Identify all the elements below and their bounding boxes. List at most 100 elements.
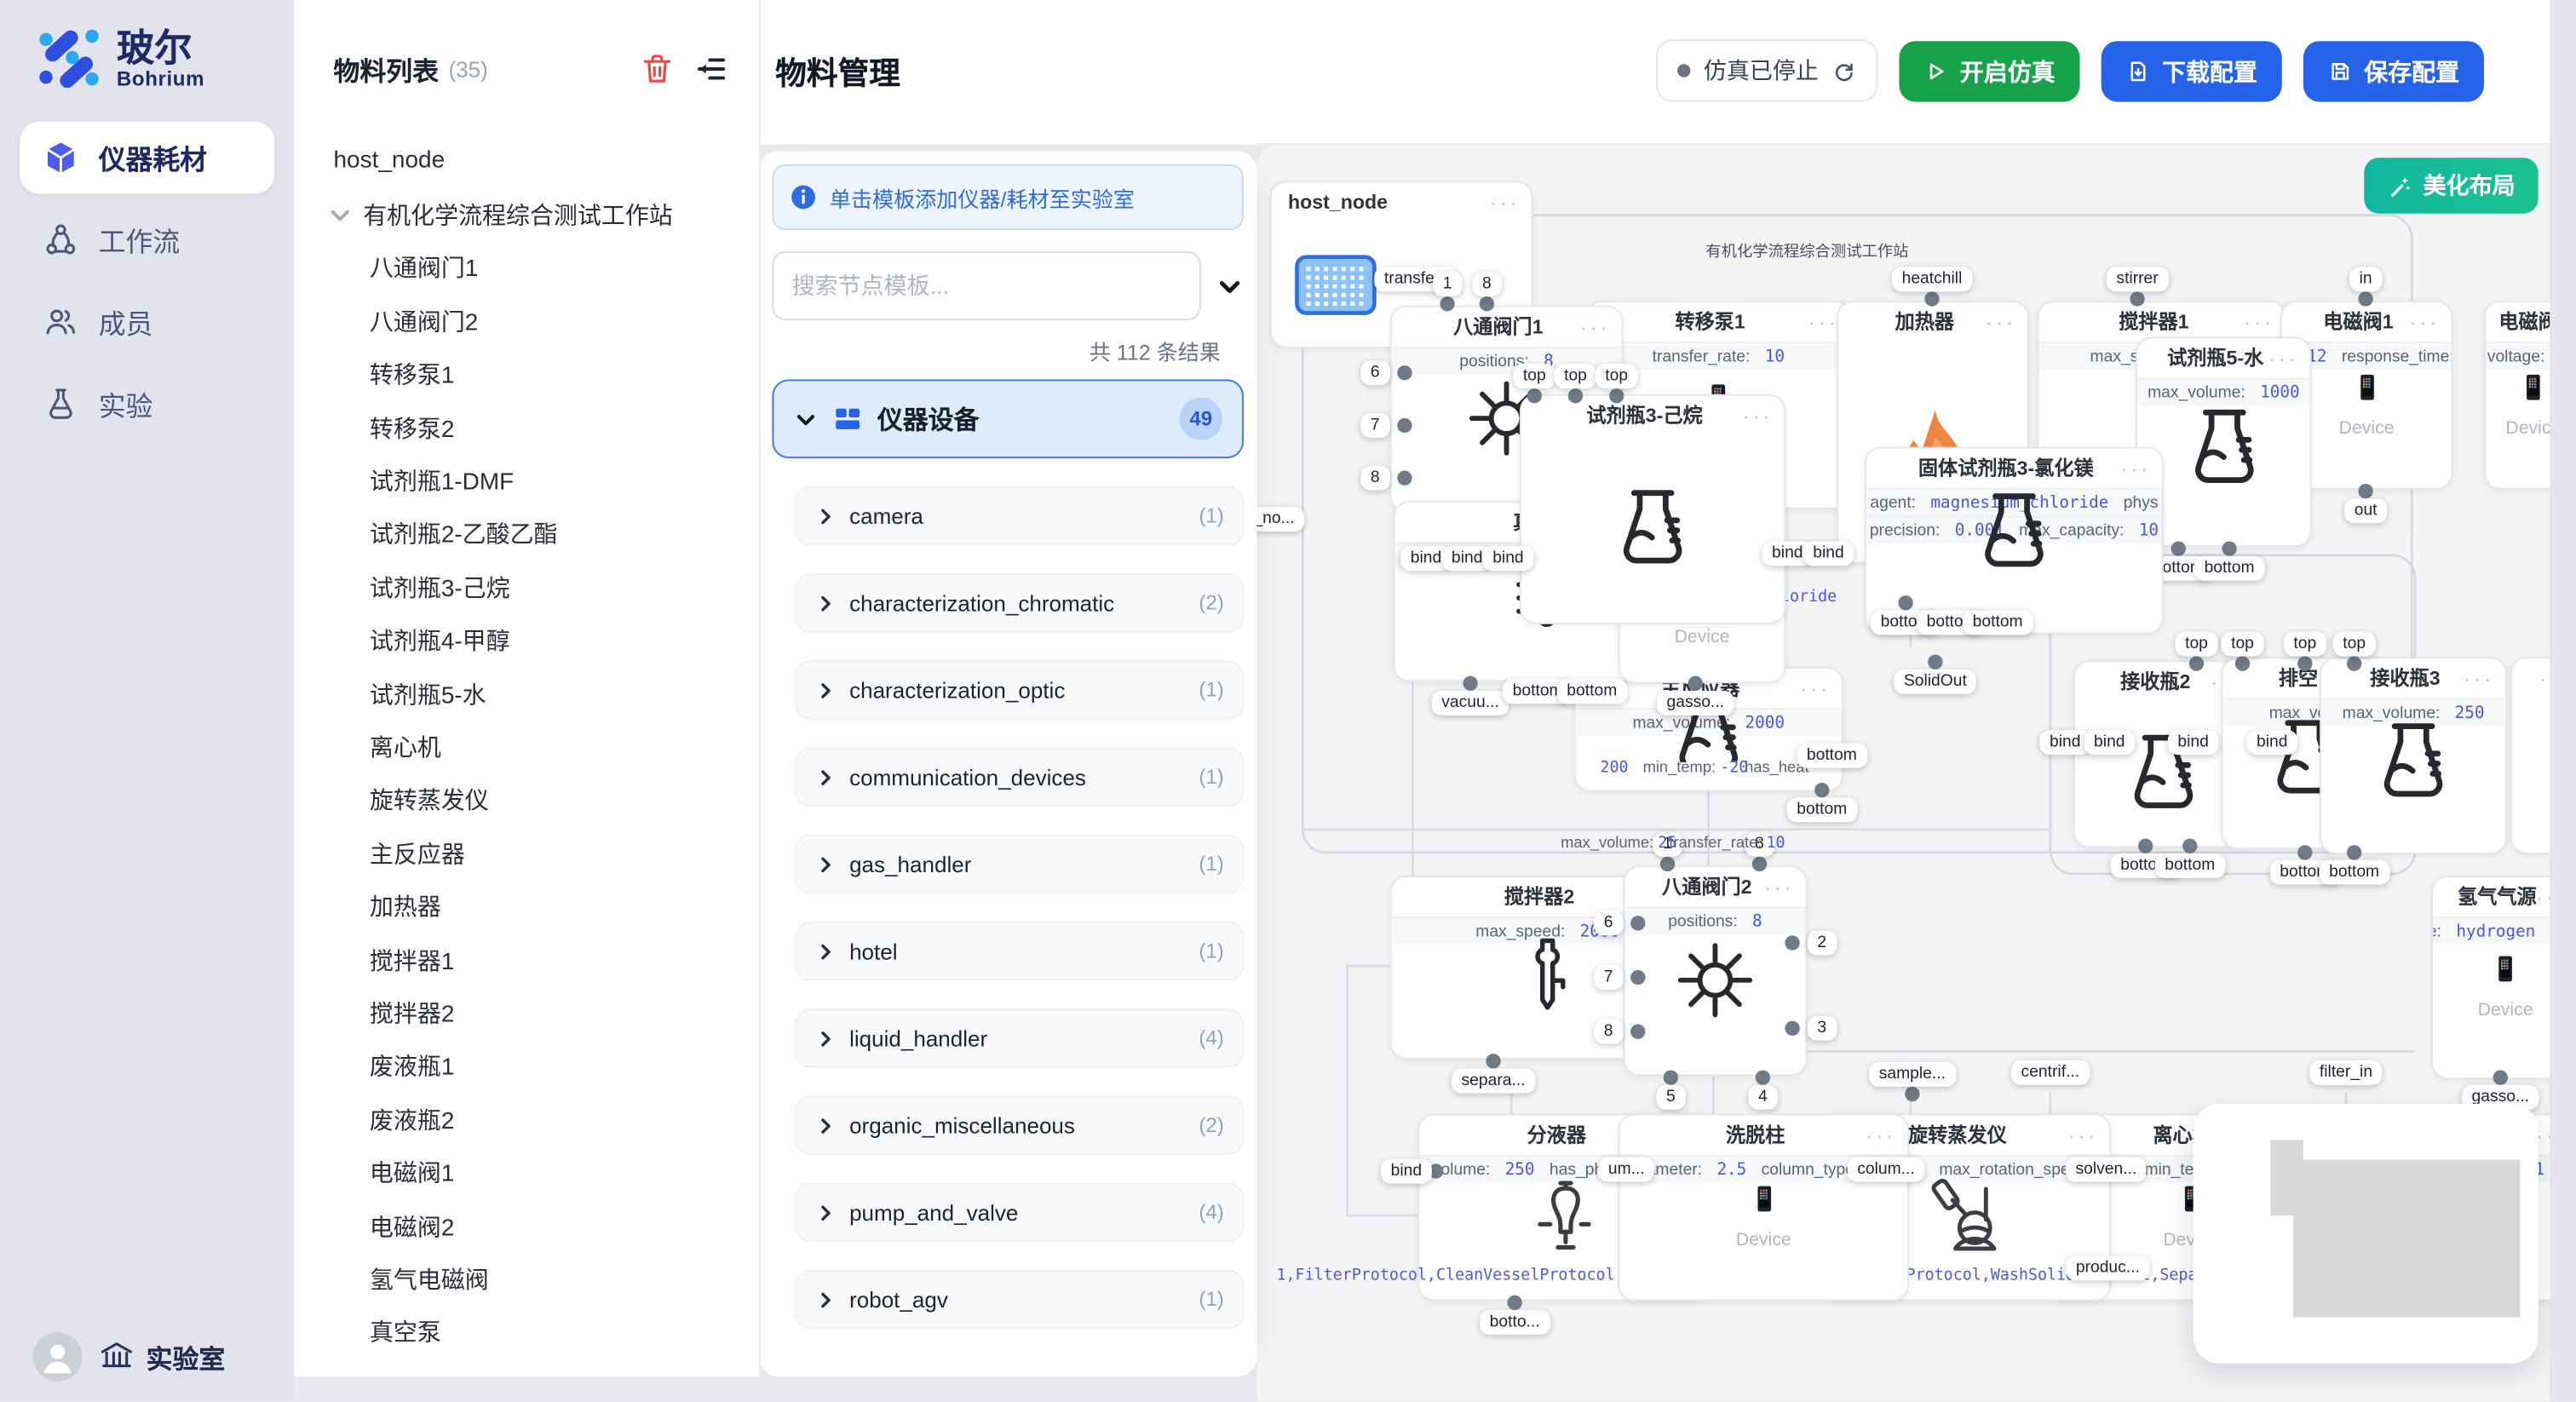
tree-item[interactable]: 试剂瓶3-己烷	[294, 560, 759, 613]
template-category-gas_handler[interactable]: gas_handler(1)	[795, 835, 1243, 893]
node-menu-icon[interactable]: ···	[2268, 340, 2298, 376]
port-dot[interactable]	[2189, 656, 2204, 670]
node-menu-icon[interactable]: ···	[2067, 1117, 2098, 1152]
sidebar-item-实验[interactable]: 实验	[20, 368, 274, 440]
port-dot[interactable]	[1397, 365, 1412, 380]
port-dot[interactable]	[1924, 291, 1939, 306]
port-dot[interactable]	[1905, 1087, 1919, 1101]
port-dot[interactable]	[1480, 296, 1494, 311]
collapse-panel-icon[interactable]	[693, 51, 729, 87]
port-dot[interactable]	[2138, 839, 2153, 853]
template-category-communication_devices[interactable]: communication_devices(1)	[795, 747, 1243, 806]
port-dot[interactable]	[1785, 1021, 1799, 1036]
sidebar-item-仪器耗材[interactable]: 仪器耗材	[20, 122, 274, 194]
tree-group-workstation[interactable]: 有机化学流程综合测试工作站	[294, 188, 759, 241]
template-category-organic_miscellaneous[interactable]: organic_miscellaneous(2)	[795, 1095, 1243, 1154]
port-dot[interactable]	[1660, 857, 1675, 871]
sidebar-item-成员[interactable]: 成员	[20, 286, 274, 359]
port-dot[interactable]	[1814, 783, 1829, 797]
tree-item[interactable]: 氢气电磁阀	[294, 1252, 759, 1305]
port-dot[interactable]	[1752, 857, 1767, 871]
canvas-node[interactable]: 试剂瓶3-己烷···toptoptop	[1520, 394, 1785, 624]
chevron-down-icon[interactable]	[327, 201, 354, 227]
template-category-pump_and_valve[interactable]: pump_and_valve(4)	[795, 1183, 1243, 1242]
template-category-characterization_optic[interactable]: characterization_optic(1)	[795, 660, 1243, 719]
node-menu-icon[interactable]: ···	[2120, 450, 2151, 486]
port-dot[interactable]	[1507, 1296, 1521, 1310]
node-menu-icon[interactable]: ···	[2409, 304, 2440, 340]
tree-item[interactable]: 转移泵1	[294, 348, 759, 400]
port-dot[interactable]	[1609, 388, 1624, 403]
port-dot[interactable]	[2130, 291, 2144, 306]
port-dot[interactable]	[1463, 676, 1477, 691]
tree-item[interactable]: 电磁阀2	[294, 1198, 759, 1251]
tree-item[interactable]: 废液瓶1	[294, 1039, 759, 1092]
collapse-all-icon[interactable]	[1216, 272, 1244, 300]
port-dot[interactable]	[2182, 839, 2197, 853]
port-dot[interactable]	[1664, 1070, 1678, 1084]
port-dot[interactable]	[2358, 291, 2372, 306]
port-dot[interactable]	[1630, 916, 1645, 930]
node-menu-icon[interactable]: ···	[1489, 184, 1520, 220]
canvas-node[interactable]: 洗脱柱···Devicediameter:2.5column_type:si	[1619, 1114, 1909, 1301]
avatar[interactable]	[33, 1332, 83, 1382]
scrollbar-strip[interactable]	[2550, 0, 2576, 1401]
port-dot[interactable]	[2171, 541, 2186, 555]
node-menu-icon[interactable]: ···	[1763, 869, 1794, 905]
tree-item[interactable]: 离心机	[294, 720, 759, 773]
port-dot[interactable]	[1568, 388, 1583, 403]
port-dot[interactable]	[1527, 388, 1542, 403]
download-config-button[interactable]: 下载配置	[2102, 40, 2282, 101]
tree-item[interactable]: 试剂瓶1-DMF	[294, 454, 759, 507]
node-menu-icon[interactable]: ···	[2243, 304, 2274, 340]
node-menu-icon[interactable]: ···	[1808, 304, 1838, 340]
tree-item[interactable]: 八通阀门2	[294, 295, 759, 348]
port-dot[interactable]	[1440, 296, 1454, 311]
node-menu-icon[interactable]: ···	[1986, 304, 2016, 340]
port-dot[interactable]	[1486, 1054, 1500, 1068]
minimap-panel[interactable]	[2194, 1104, 2539, 1364]
template-category-characterization_chromatic[interactable]: characterization_chromatic(2)	[795, 573, 1243, 632]
simulation-status-pill[interactable]: 仿真已停止	[1656, 39, 1877, 101]
canvas-node[interactable]: 八通阀门2···positions:8186782354	[1623, 865, 1807, 1076]
tree-item[interactable]: 搅拌器2	[294, 986, 759, 1039]
beautify-layout-button[interactable]: 美化布局	[2364, 158, 2538, 214]
canvas-node[interactable]: 固体试剂瓶3-氯化镁···agent:magnesium_chloridephy…	[1865, 447, 2164, 635]
port-dot[interactable]	[1928, 655, 1942, 669]
template-category-camera[interactable]: camera(1)	[795, 486, 1243, 545]
port-dot[interactable]	[2235, 656, 2250, 670]
node-menu-icon[interactable]: ···	[1579, 309, 1610, 345]
tree-item[interactable]: 搅拌器1	[294, 933, 759, 985]
tree-item[interactable]: 电磁阀1	[294, 1146, 759, 1198]
tree-item[interactable]: 转移泵2	[294, 400, 759, 453]
port-dot[interactable]	[2347, 845, 2361, 859]
tree-item[interactable]: 试剂瓶4-甲醇	[294, 613, 759, 666]
tree-item[interactable]: 试剂瓶5-水	[294, 667, 759, 720]
node-menu-icon[interactable]: ···	[2464, 660, 2494, 696]
port-dot[interactable]	[2347, 656, 2361, 670]
port-dot[interactable]	[1397, 471, 1412, 486]
tree-item[interactable]: 旋转蒸发仪	[294, 773, 759, 826]
port-dot[interactable]	[1397, 418, 1412, 433]
tree-item[interactable]: 加热器	[294, 880, 759, 933]
port-dot[interactable]	[1756, 1070, 1770, 1084]
port-dot[interactable]	[2493, 1070, 2508, 1084]
node-menu-icon[interactable]: ···	[1800, 670, 1831, 706]
tree-item[interactable]: 真空泵	[294, 1305, 759, 1358]
save-config-button[interactable]: 保存配置	[2303, 40, 2484, 101]
category-instruments[interactable]: 仪器设备 49	[772, 379, 1243, 458]
node-menu-icon[interactable]: ···	[1866, 1117, 1896, 1152]
refresh-icon[interactable]	[1831, 58, 1856, 83]
port-dot[interactable]	[1898, 595, 1912, 610]
tree-item[interactable]: 主反应器	[294, 826, 759, 879]
template-category-liquid_handler[interactable]: liquid_handler(4)	[795, 1008, 1243, 1067]
start-simulation-button[interactable]: 开启仿真	[1899, 40, 2079, 101]
template-category-robot_agv[interactable]: robot_agv(1)	[795, 1270, 1243, 1329]
port-dot[interactable]	[1630, 970, 1645, 985]
tree-item-host-node[interactable]: host_node	[294, 135, 759, 187]
trash-icon[interactable]	[639, 51, 675, 87]
sidebar-item-工作流[interactable]: 工作流	[20, 204, 274, 276]
template-category-hotel[interactable]: hotel(1)	[795, 922, 1243, 980]
port-dot[interactable]	[1630, 1024, 1645, 1038]
port-dot[interactable]	[2297, 845, 2312, 859]
